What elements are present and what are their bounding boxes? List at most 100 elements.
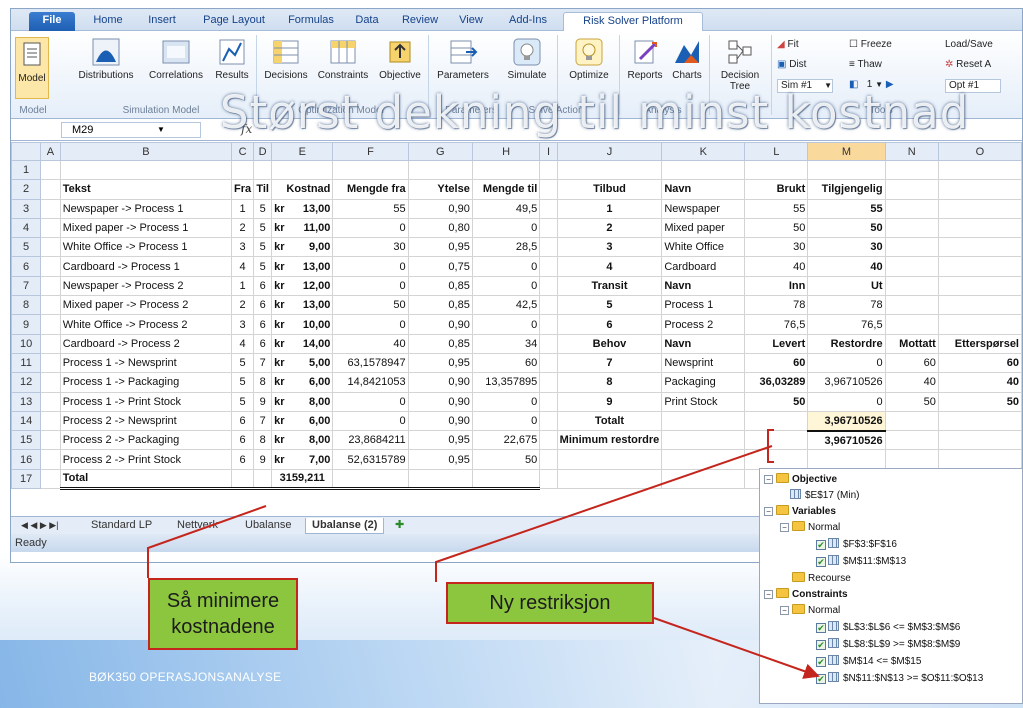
cell-a16[interactable]: [40, 449, 61, 470]
cell-h6[interactable]: 0: [471, 256, 541, 277]
cell-n4[interactable]: [884, 217, 939, 239]
cell-l11[interactable]: 60: [744, 352, 809, 374]
cell-i7[interactable]: [539, 275, 558, 297]
cell-k7[interactable]: Navn: [661, 275, 746, 297]
sheet-tab-standard-lp[interactable]: Standard LP: [85, 518, 158, 534]
cell-k6[interactable]: Cardboard: [661, 256, 746, 277]
cell-n9[interactable]: [884, 314, 939, 335]
cell-g14[interactable]: 0,90: [407, 410, 473, 432]
model-button[interactable]: Model: [15, 37, 49, 99]
collapse-icon[interactable]: −: [764, 590, 773, 599]
tree-node-var2[interactable]: ✔ $M$11:$M$13: [816, 555, 906, 569]
cell-f12[interactable]: 14,8421053: [332, 372, 409, 393]
cell-g4[interactable]: 0,80: [407, 217, 473, 239]
cell-a5[interactable]: [40, 237, 61, 258]
collapse-icon[interactable]: −: [780, 606, 789, 615]
cell-j1[interactable]: [556, 159, 663, 181]
tab-file[interactable]: File: [29, 12, 75, 31]
cell-c16[interactable]: 6: [231, 449, 255, 470]
tab-risk-solver-platform[interactable]: Risk Solver Platform: [563, 12, 703, 31]
cell-o2[interactable]: [937, 179, 1022, 200]
cell-e15[interactable]: kr 8,00: [271, 430, 334, 451]
cell-l6[interactable]: 40: [744, 256, 809, 277]
collapse-icon[interactable]: −: [764, 475, 773, 484]
cell-a1[interactable]: [40, 159, 61, 181]
cell-o6[interactable]: [937, 256, 1022, 277]
cell-b8[interactable]: Mixed paper -> Process 2: [59, 295, 233, 316]
cell-e2[interactable]: Kostnad: [271, 179, 334, 200]
cell-j14[interactable]: Totalt: [556, 410, 663, 432]
cell-i4[interactable]: [539, 217, 558, 239]
cell-d7[interactable]: 6: [253, 275, 273, 297]
cell-i8[interactable]: [539, 295, 558, 316]
cell-f1[interactable]: [332, 159, 409, 181]
cell-m1[interactable]: [807, 159, 886, 181]
cell-l2[interactable]: Brukt: [744, 179, 809, 200]
tree-node-variables[interactable]: − Variables: [764, 505, 836, 519]
cell-c14[interactable]: 6: [231, 410, 255, 432]
cell-d13[interactable]: 9: [253, 391, 273, 412]
tree-node-recourse[interactable]: Recourse: [792, 572, 851, 586]
cell-e13[interactable]: kr 8,00: [271, 391, 334, 412]
cell-d17[interactable]: [253, 468, 273, 491]
checkbox-checked-icon[interactable]: ✔: [816, 640, 826, 650]
cell-j6[interactable]: 4: [556, 256, 663, 277]
cell-j5[interactable]: 3: [556, 237, 663, 258]
cell-c17[interactable]: [231, 468, 255, 491]
tree-node-constraints[interactable]: − Constraints: [764, 588, 848, 602]
tab-view[interactable]: View: [451, 12, 491, 31]
cell-h3[interactable]: 49,5: [471, 198, 541, 219]
cell-e9[interactable]: kr 10,00: [271, 314, 334, 335]
cell-m15[interactable]: 3,96710526: [807, 429, 886, 451]
cell-n5[interactable]: [884, 237, 939, 258]
row-header[interactable]: 7: [11, 275, 42, 297]
cell-n7[interactable]: [884, 275, 939, 297]
cell-d9[interactable]: 6: [253, 314, 273, 335]
cell-j11[interactable]: 7: [556, 352, 663, 374]
cell-l4[interactable]: 50: [744, 217, 809, 239]
cell-n3[interactable]: [884, 198, 939, 219]
checkbox-checked-icon[interactable]: ✔: [816, 557, 826, 567]
cell-i2[interactable]: [539, 179, 558, 200]
worksheet-grid[interactable]: A B C D E F G H I J K L M N O 1 2 Tekst Fra Til Kostnad Mengd…: [11, 142, 1022, 491]
tab-home[interactable]: Home: [85, 12, 131, 31]
cell-d1[interactable]: [253, 159, 273, 181]
cell-j16[interactable]: [556, 449, 663, 470]
row-header[interactable]: 6: [11, 256, 42, 277]
tree-node-con1[interactable]: ✔ $L$3:$L$6 <= $M$3:$M$6: [816, 621, 960, 635]
cell-f5[interactable]: 30: [332, 237, 409, 258]
name-box[interactable]: M29 ▼: [61, 122, 201, 138]
cell-j7[interactable]: Transit: [556, 275, 663, 297]
cell-e5[interactable]: kr 9,00: [271, 237, 334, 258]
cell-l3[interactable]: 55: [744, 198, 809, 219]
row-header[interactable]: 10: [11, 333, 42, 354]
cell-j3[interactable]: 1: [556, 198, 663, 219]
optimize-button[interactable]: Optimize: [563, 37, 615, 81]
collapse-icon[interactable]: −: [764, 507, 773, 516]
cell-j12[interactable]: 8: [556, 372, 663, 393]
cell-e3[interactable]: kr 13,00: [271, 198, 334, 219]
cell-m12[interactable]: 3,96710526: [807, 372, 886, 393]
sheet-tab-nettverk[interactable]: Nettverk: [171, 518, 224, 534]
checkbox-checked-icon[interactable]: ✔: [816, 540, 826, 550]
cell-n11[interactable]: 60: [884, 352, 939, 374]
cell-n8[interactable]: [884, 295, 939, 316]
cell-h7[interactable]: 0: [471, 275, 541, 297]
column-header-o[interactable]: O: [937, 142, 1022, 161]
cell-a9[interactable]: [40, 314, 61, 335]
column-header-m[interactable]: M: [807, 142, 886, 161]
row-header[interactable]: 5: [11, 237, 42, 258]
cell-i5[interactable]: [539, 237, 558, 258]
cell-o7[interactable]: [937, 275, 1022, 297]
cell-g15[interactable]: 0,95: [407, 430, 473, 451]
row-header[interactable]: 11: [11, 352, 42, 374]
cell-f6[interactable]: 0: [332, 256, 409, 277]
cell-f13[interactable]: 0: [332, 391, 409, 412]
cell-f17[interactable]: [332, 468, 409, 491]
tree-node-var1[interactable]: ✔ $F$3:$F$16: [816, 538, 897, 552]
cell-e7[interactable]: kr 12,00: [271, 275, 334, 297]
cell-n15[interactable]: [884, 430, 939, 451]
cell-f10[interactable]: 40: [332, 333, 409, 354]
correlations-button[interactable]: Correlations: [145, 37, 207, 81]
cell-d6[interactable]: 5: [253, 256, 273, 277]
